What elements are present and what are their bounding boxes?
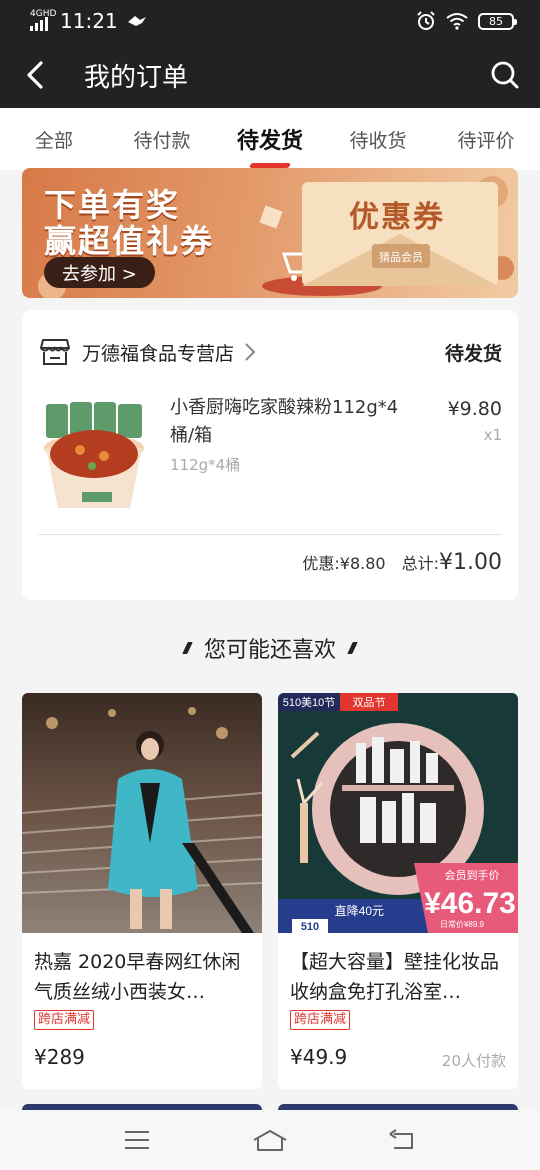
- shop-row[interactable]: 万德福食品专营店 待发货: [40, 332, 502, 372]
- store-icon: [40, 339, 70, 365]
- order-status: 待发货: [444, 342, 502, 365]
- menu-icon: [124, 1131, 149, 1149]
- discount-amount: 优惠:¥8.80: [302, 554, 386, 573]
- banner-headline-2: 赢超值礼券: [44, 222, 215, 260]
- back-arrow-icon: [27, 61, 43, 89]
- promo-tag: 跨店满减: [290, 1010, 351, 1030]
- coupon-label: 优惠券: [349, 200, 445, 235]
- svg-text:猜品会员: 猜品会员: [379, 251, 423, 264]
- search-icon: [491, 61, 519, 89]
- product-name[interactable]: 热嘉 2020早春网红休闲气质丝绒小西装女…: [34, 947, 250, 1007]
- status-bar: 4GHD 11:21 85: [0, 0, 540, 42]
- total-label: 总计:: [401, 554, 440, 573]
- promo-member-label: 会员到手价: [445, 868, 500, 882]
- home-button[interactable]: [240, 1115, 300, 1165]
- back-nav-button[interactable]: [373, 1115, 433, 1165]
- wifi-icon: [446, 13, 468, 30]
- recommend-heading: 您可能还喜欢: [0, 632, 540, 664]
- promo-banner[interactable]: 猜品会员 下单有奖 赢超值礼券 去参加 > 优惠券: [22, 168, 518, 298]
- menu-button[interactable]: [107, 1115, 167, 1165]
- system-nav-bar: [0, 1110, 540, 1170]
- total-amount: ¥1.00: [439, 550, 502, 575]
- heading-decoration-left: [182, 642, 193, 654]
- order-status-tabs: 全部 待付款 待发货 待收货 待评价: [0, 108, 540, 170]
- promo-510-text: 510: [301, 921, 319, 933]
- heading-decoration-right: [347, 642, 358, 654]
- order-card[interactable]: 万德福食品专营店 待发货 小香厨嗨吃家酸辣粉112g*4桶/箱 112g*4桶 …: [22, 310, 518, 600]
- product-name[interactable]: 【超大容量】壁挂化妆品收纳盒免打孔浴室…: [290, 947, 506, 1007]
- festival-badge: 双品节: [353, 696, 386, 709]
- tab-all[interactable]: 全部: [0, 108, 108, 170]
- order-totals: 优惠:¥8.80 总计: ¥1.00: [302, 550, 502, 575]
- notification-icon: [127, 16, 146, 26]
- alarm-icon: [417, 11, 435, 30]
- divider: [38, 534, 502, 535]
- back-button[interactable]: [0, 42, 70, 108]
- banner-join-button[interactable]: 去参加 >: [44, 257, 155, 288]
- search-button[interactable]: [470, 42, 540, 108]
- product-image[interactable]: 直降40元 510 会员到手价 ¥46.73 日常价¥89.9 510美10节 …: [278, 693, 518, 933]
- tab-pending-payment[interactable]: 待付款: [108, 108, 216, 170]
- event-badge: 510美10节: [283, 696, 336, 709]
- tab-pending-shipment[interactable]: 待发货: [216, 108, 324, 170]
- chevron-right-icon: [245, 343, 256, 361]
- network-type: 4GHD: [30, 9, 57, 19]
- page-title: 我的订单: [84, 62, 189, 93]
- promo-daily-price: 日常价¥89.9: [440, 920, 485, 929]
- promo-tag: 跨店满减: [34, 1010, 95, 1030]
- product-quantity: x1: [483, 426, 502, 444]
- battery-level: 85: [489, 14, 503, 28]
- signal-icon: [30, 17, 48, 31]
- product-card[interactable]: 热嘉 2020早春网红休闲气质丝绒小西装女… 跨店满减 ¥289: [22, 693, 262, 1089]
- promo-drop-text: 直降40元: [335, 904, 384, 918]
- product-image[interactable]: [22, 693, 262, 933]
- recommend-title: 您可能还喜欢: [203, 638, 336, 663]
- product-price: ¥9.80: [447, 398, 502, 420]
- clock: 11:21: [60, 9, 118, 33]
- product-price: ¥289: [34, 1045, 85, 1069]
- tab-pending-receipt[interactable]: 待收货: [324, 108, 432, 170]
- product-name[interactable]: 小香厨嗨吃家酸辣粉112g*4桶/箱: [170, 394, 420, 450]
- top-nav-bar: 我的订单: [0, 42, 540, 108]
- tab-pending-review[interactable]: 待评价: [432, 108, 540, 170]
- promo-member-price: ¥46.73: [424, 887, 516, 920]
- paid-count: 20人付款: [441, 1052, 506, 1070]
- product-spec: 112g*4桶: [170, 456, 241, 474]
- product-card[interactable]: 直降40元 510 会员到手价 ¥46.73 日常价¥89.9 510美10节 …: [278, 693, 518, 1089]
- battery-icon: 85: [478, 12, 517, 30]
- shop-name[interactable]: 万德福食品专营店: [82, 339, 234, 366]
- product-thumbnail[interactable]: [42, 396, 146, 512]
- return-icon: [389, 1129, 414, 1149]
- product-price: ¥49.9: [290, 1045, 348, 1069]
- home-icon: [253, 1130, 287, 1151]
